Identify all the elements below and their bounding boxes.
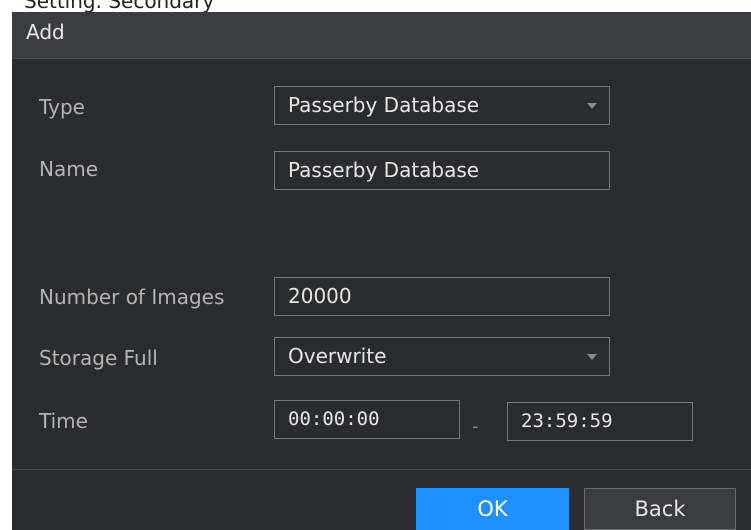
chevron-down-icon [587,354,597,360]
storage-full-value: Overwrite [288,344,387,368]
ok-button[interactable]: OK [416,488,569,530]
name-input-value: Passerby Database [288,158,480,182]
footer-divider [12,469,751,470]
time-label: Time [39,409,88,433]
dialog-title-bar: Add [12,12,751,59]
storage-full-label: Storage Full [39,346,158,370]
storage-full-select[interactable]: Overwrite [274,337,610,376]
background-caption-text: Setting. Secondary [24,0,215,12]
number-of-images-value: 20000 [288,284,352,308]
type-select-value: Passerby Database [288,93,480,117]
dialog-title: Add [26,20,65,44]
time-end-value: 23:59:59 [521,410,613,432]
type-select[interactable]: Passerby Database [274,86,610,125]
time-end-input[interactable]: 23:59:59 [507,402,693,441]
chevron-down-icon [587,103,597,109]
name-input[interactable]: Passerby Database [274,151,610,190]
time-start-value: 00:00:00 [288,408,380,430]
background-caption: Setting. Secondary [0,0,751,12]
time-separator: - [472,416,479,437]
back-button[interactable]: Back [584,488,736,530]
time-start-input[interactable]: 00:00:00 [274,400,460,439]
images-label: Number of Images [39,285,225,309]
name-label: Name [39,157,99,181]
number-of-images-input[interactable]: 20000 [274,277,610,316]
add-dialog: Add Type Passerby Database Name Passerby… [12,12,751,530]
type-label: Type [39,95,85,119]
